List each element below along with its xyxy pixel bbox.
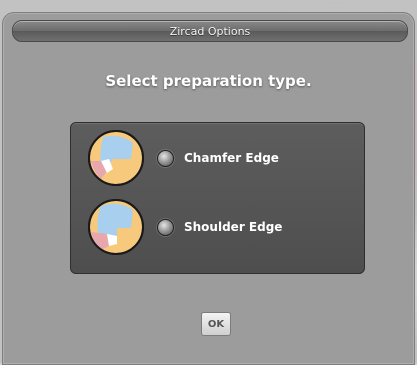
shoulder-radio[interactable] [157,218,174,236]
dialog-title: Zircad Options [169,24,251,38]
dialog-titlebar: Zircad Options [12,20,408,42]
options-panel: Chamfer Edge Shoulder Edge [70,122,365,274]
shoulder-preview-icon [88,199,144,255]
ok-button[interactable]: OK [201,312,231,336]
dialog-heading: Select preparation type. [105,72,312,90]
option-shoulder-edge[interactable]: Shoulder Edge [71,198,364,256]
option-label: Chamfer Edge [184,151,279,165]
option-chamfer-edge[interactable]: Chamfer Edge [71,129,364,187]
option-label: Shoulder Edge [184,220,283,234]
chamfer-radio[interactable] [157,149,174,167]
chamfer-preview-icon [88,130,144,186]
